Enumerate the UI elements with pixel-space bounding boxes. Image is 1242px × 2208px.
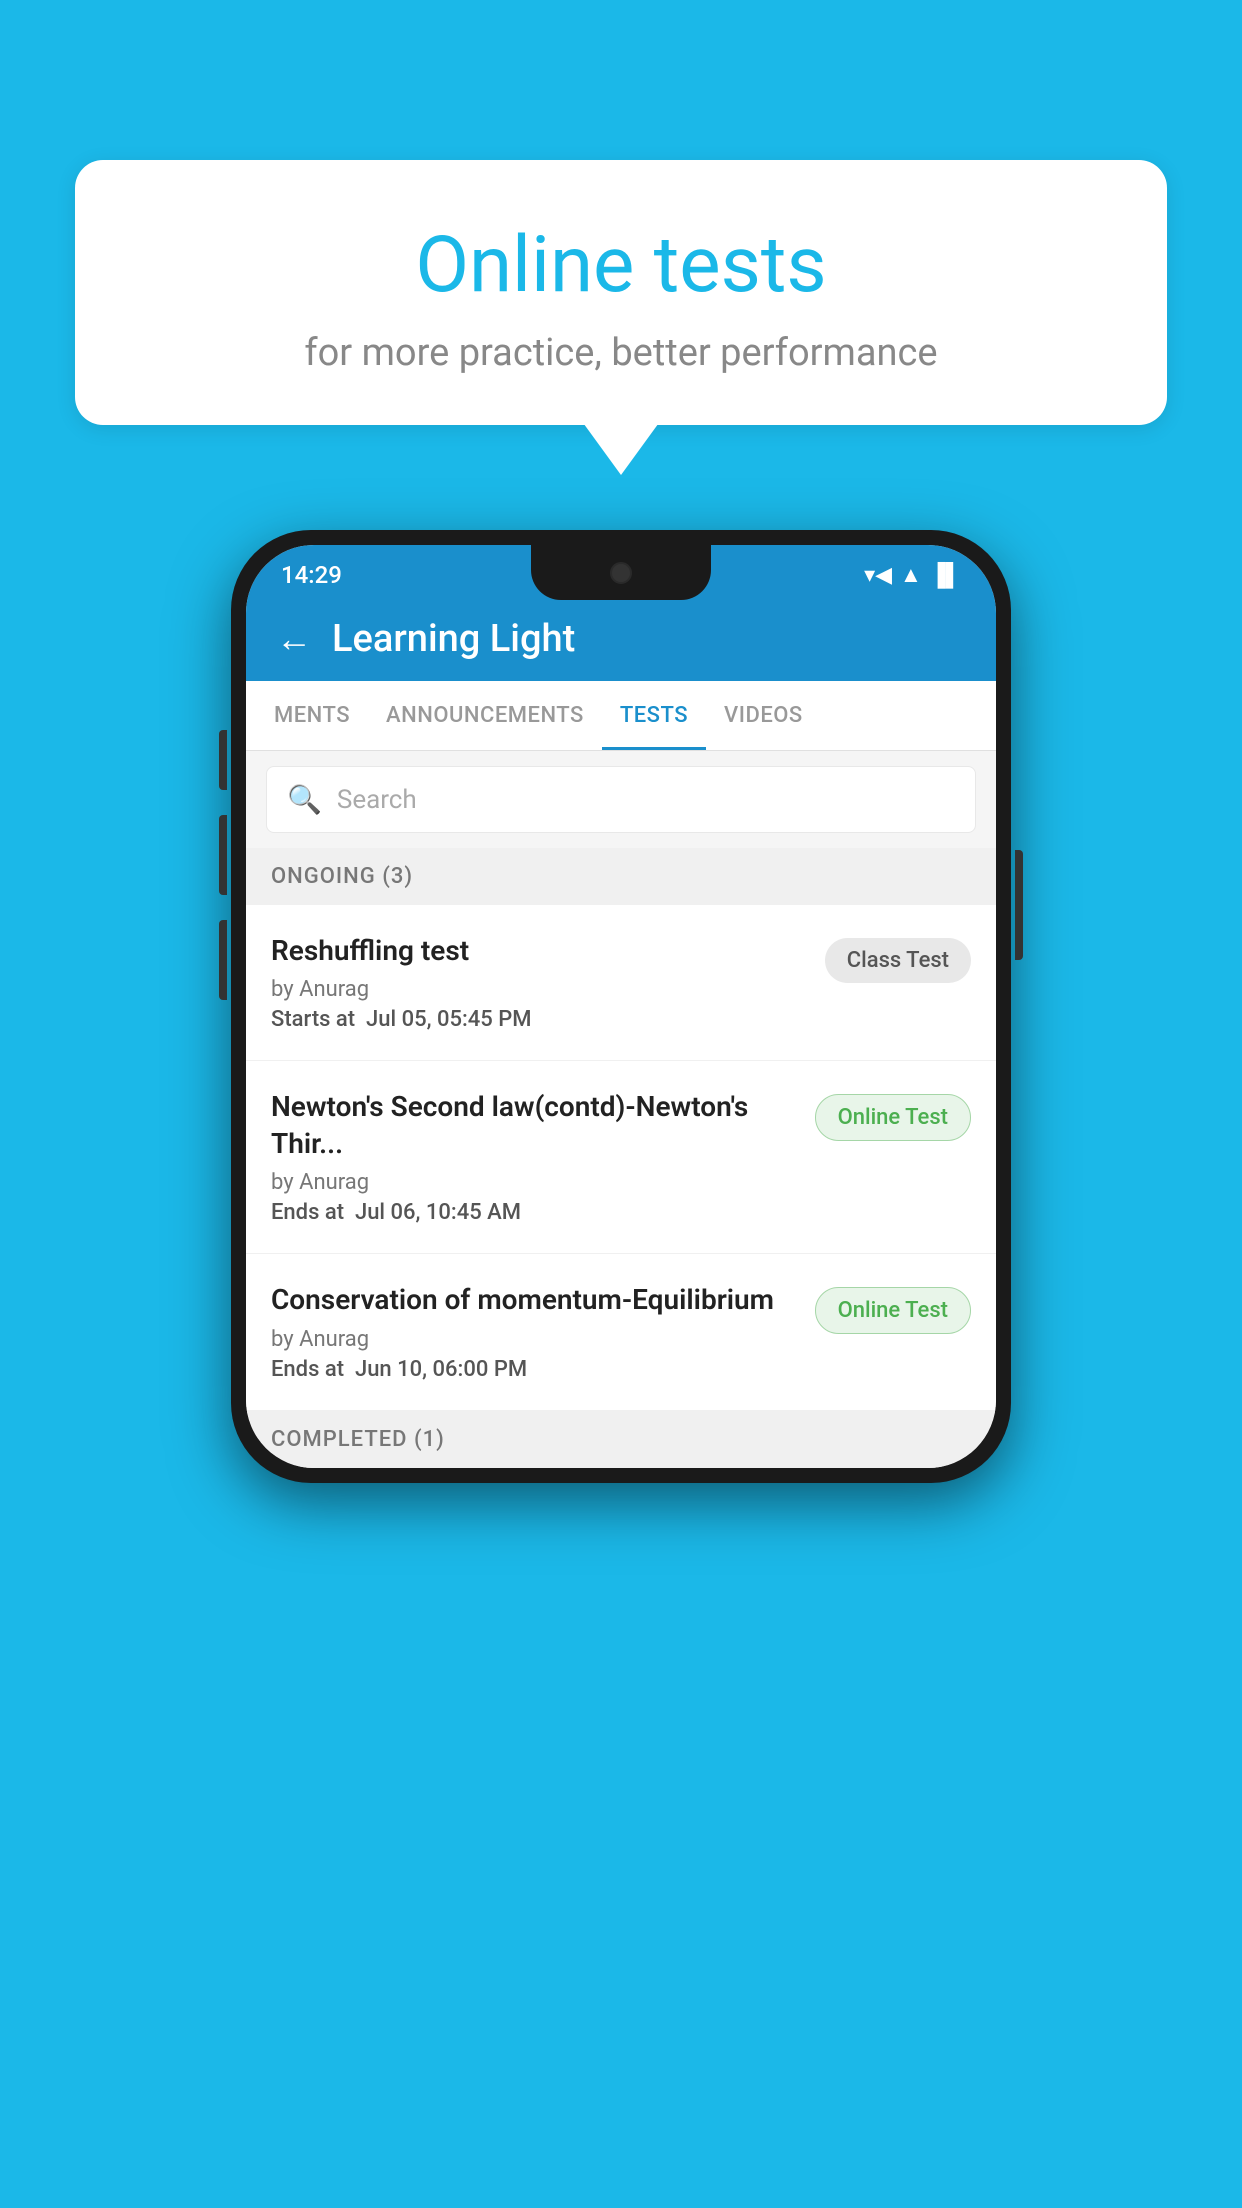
tabs-bar: MENTS ANNOUNCEMENTS TESTS VIDEOS (246, 681, 996, 751)
test-list: Reshuffling test by Anurag Starts at Jul… (246, 905, 996, 1411)
power-button (1015, 850, 1023, 960)
test-item-1[interactable]: Reshuffling test by Anurag Starts at Jul… (246, 905, 996, 1061)
test-author-2: by Anurag (271, 1170, 800, 1195)
test-info-1: Reshuffling test by Anurag Starts at Jul… (271, 933, 825, 1032)
volume-up-button (219, 730, 227, 790)
test-author-1: by Anurag (271, 977, 810, 1002)
status-time: 14:29 (281, 561, 342, 589)
app-title: Learning Light (332, 617, 575, 661)
badge-online-test-3: Online Test (815, 1287, 971, 1334)
app-header: ← Learning Light (246, 597, 996, 681)
status-icons: ▾◀ ▲ ▐▌ (864, 562, 961, 588)
back-button[interactable]: ← (276, 618, 312, 660)
badge-class-test-1: Class Test (825, 938, 971, 983)
test-name-1: Reshuffling test (271, 933, 810, 969)
phone-notch (531, 545, 711, 600)
search-bar[interactable]: 🔍 Search (266, 766, 976, 833)
test-item-2[interactable]: Newton's Second law(contd)-Newton's Thir… (246, 1061, 996, 1254)
test-info-2: Newton's Second law(contd)-Newton's Thir… (271, 1089, 815, 1225)
ongoing-section-header: ONGOING (3) (246, 848, 996, 905)
camera (610, 562, 632, 584)
phone-frame: 14:29 ▾◀ ▲ ▐▌ ← Learning Light MENTS ANN… (231, 530, 1011, 1483)
tab-tests[interactable]: TESTS (602, 681, 706, 750)
test-author-3: by Anurag (271, 1327, 800, 1352)
phone-screen: 14:29 ▾◀ ▲ ▐▌ ← Learning Light MENTS ANN… (246, 545, 996, 1468)
bubble-subtitle: for more practice, better performance (125, 331, 1117, 375)
tab-ments[interactable]: MENTS (256, 681, 368, 750)
phone-wrapper: 14:29 ▾◀ ▲ ▐▌ ← Learning Light MENTS ANN… (231, 530, 1011, 1483)
bubble-title: Online tests (125, 220, 1117, 311)
completed-section-header: COMPLETED (1) (246, 1411, 996, 1468)
test-item-3[interactable]: Conservation of momentum-Equilibrium by … (246, 1254, 996, 1410)
tab-videos[interactable]: VIDEOS (706, 681, 821, 750)
test-time-1: Starts at Jul 05, 05:45 PM (271, 1007, 810, 1032)
badge-online-test-2: Online Test (815, 1094, 971, 1141)
wifi-icon: ▾◀ (864, 563, 892, 588)
test-name-2: Newton's Second law(contd)-Newton's Thir… (271, 1089, 800, 1162)
search-placeholder: Search (337, 785, 417, 815)
speech-bubble: Online tests for more practice, better p… (75, 160, 1167, 425)
search-icon: 🔍 (287, 783, 322, 816)
tab-announcements[interactable]: ANNOUNCEMENTS (368, 681, 602, 750)
test-time-3: Ends at Jun 10, 06:00 PM (271, 1357, 800, 1382)
test-name-3: Conservation of momentum-Equilibrium (271, 1282, 800, 1318)
volume-down-button (219, 815, 227, 895)
test-info-3: Conservation of momentum-Equilibrium by … (271, 1282, 815, 1381)
silent-button (219, 920, 227, 1000)
battery-icon: ▐▌ (930, 562, 961, 588)
search-container: 🔍 Search (246, 751, 996, 848)
signal-icon: ▲ (900, 562, 922, 588)
test-time-2: Ends at Jul 06, 10:45 AM (271, 1200, 800, 1225)
